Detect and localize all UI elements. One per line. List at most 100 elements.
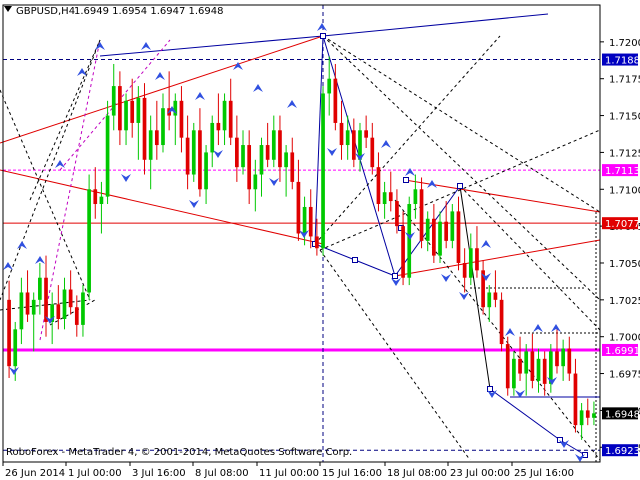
candle-body-28 (179, 100, 184, 138)
candle-body-29 (185, 137, 190, 175)
candle-body-50 (315, 236, 319, 249)
candle-body-46 (290, 152, 295, 182)
fractal-arrow-icon-1 (17, 241, 27, 249)
candle-body-92 (573, 373, 578, 426)
candle-body-9 (62, 289, 67, 320)
price-tag-label-1: 1.7113 (605, 166, 640, 177)
candle-body-89 (555, 351, 559, 367)
fractal-arrow-icon-20 (317, 23, 327, 31)
candle-body-30 (191, 130, 196, 175)
y-tick-label-1: 1.7175 (609, 75, 640, 86)
candle-body-15 (99, 196, 104, 205)
price-tag-label-2: 1.7077 (605, 219, 640, 230)
fractal-arrow-icon-0 (3, 262, 13, 270)
candle-body-48 (302, 206, 307, 234)
copyright-text: RoboForex - MetaTrader 4, © 2001-2014, M… (6, 447, 352, 458)
y-tick-label-2: 1.7150 (609, 112, 640, 123)
candle-body-55 (345, 130, 350, 146)
fractal-arrow-icon-16 (253, 84, 263, 92)
candles (7, 56, 596, 440)
fractal-arrow-icon-34 (551, 324, 561, 332)
trend-line-1 (322, 13, 549, 37)
fractal-arrow-icon-9 (155, 72, 165, 80)
candle-body-76 (475, 248, 479, 271)
trend-line-0 (99, 35, 324, 57)
candle-body-40 (253, 174, 258, 190)
candle-body-74 (462, 262, 467, 278)
candle-body-22 (142, 97, 147, 160)
fractal-arrow-icon-29 (481, 240, 491, 248)
candle-body-63 (395, 201, 399, 227)
candle-body-69 (432, 218, 436, 256)
pivot-marker-4 (457, 183, 463, 189)
symbol-label: GBPUSD,H4 (16, 6, 75, 17)
candle-body-78 (487, 292, 492, 308)
candle-body-93 (579, 410, 584, 426)
pivot-marker-9 (403, 177, 409, 183)
x-tick-label-5: 15 Jul 16:00 (322, 468, 382, 479)
candle-body-18 (118, 86, 122, 131)
price-chart[interactable]: 1.72001.71751.71501.71251.71001.70751.70… (0, 0, 640, 480)
fractal-arrow-icon-23 (381, 140, 391, 148)
candle-body-80 (499, 299, 504, 345)
fractal-arrow-icon-27 (441, 274, 451, 282)
candle-body-19 (124, 100, 128, 131)
candle-body-43 (271, 130, 276, 160)
fractal-arrow-icon-21 (327, 148, 337, 156)
y-axis: 1.72001.71751.71501.71251.71001.70751.70… (600, 38, 640, 454)
candle-body-73 (456, 211, 461, 263)
fractal-arrow-icon-28 (459, 292, 469, 300)
pivot-marker-3 (392, 273, 398, 279)
fractal-arrow-icon-10 (121, 174, 131, 182)
ohlc-readout: 1.6949 1.6954 1.6947 1.6948 (74, 6, 224, 17)
candle-body-54 (339, 122, 344, 146)
candle-body-85 (530, 351, 535, 381)
fractal-arrow-icon-4 (9, 367, 19, 375)
candle-body-58 (364, 130, 368, 138)
candle-body-38 (241, 145, 245, 168)
trend-line-16 (322, 35, 601, 301)
candle-body-83 (518, 358, 522, 374)
candle-body-61 (382, 192, 387, 205)
candle-body-51 (321, 93, 325, 249)
trend-line-9 (354, 259, 396, 277)
candle-body-17 (111, 86, 116, 116)
fractal-arrow-icon-25 (405, 168, 415, 176)
fractal-arrow-icon-18 (287, 100, 297, 108)
candle-body-41 (259, 145, 264, 175)
candle-body-56 (351, 130, 356, 160)
x-tick-label-3: 8 Jul 08:00 (195, 468, 249, 479)
candle-body-25 (161, 108, 165, 146)
pivot-marker-0 (320, 33, 326, 39)
trend-line-23 (394, 199, 601, 461)
chevron-down-icon[interactable] (4, 6, 12, 12)
y-tick-label-7: 1.7025 (609, 296, 640, 307)
candle-body-34 (216, 122, 221, 131)
candle-body-49 (308, 206, 313, 237)
candle-body-21 (136, 97, 141, 123)
candle-body-20 (130, 100, 135, 123)
price-tag-label-3: 1.6991 (605, 346, 640, 357)
candle-body-33 (210, 122, 215, 153)
candle-body-4 (31, 299, 36, 315)
fractal-arrow-icon-11 (189, 200, 199, 208)
candle-body-47 (296, 181, 301, 234)
x-tick-label-8: 25 Jul 16:00 (514, 468, 574, 479)
x-tick-label-2: 3 Jul 16:00 (132, 468, 186, 479)
fractal-arrow-icon-24 (391, 278, 401, 286)
candle-body-60 (376, 167, 381, 205)
fractal-arrow-icon-2 (35, 256, 45, 264)
candle-body-37 (235, 137, 239, 168)
price-tag-label-0: 1.7188 (605, 56, 640, 67)
candle-body-1 (13, 329, 18, 367)
candle-body-66 (413, 189, 418, 205)
candle-body-31 (198, 130, 202, 190)
candle-body-59 (370, 137, 375, 168)
candle-body-87 (542, 358, 547, 384)
candle-body-24 (154, 130, 159, 146)
candle-body-62 (388, 192, 393, 202)
candle-body-45 (284, 152, 288, 168)
candle-body-68 (425, 218, 430, 241)
candle-body-82 (512, 358, 516, 389)
candle-body-5 (38, 277, 42, 300)
